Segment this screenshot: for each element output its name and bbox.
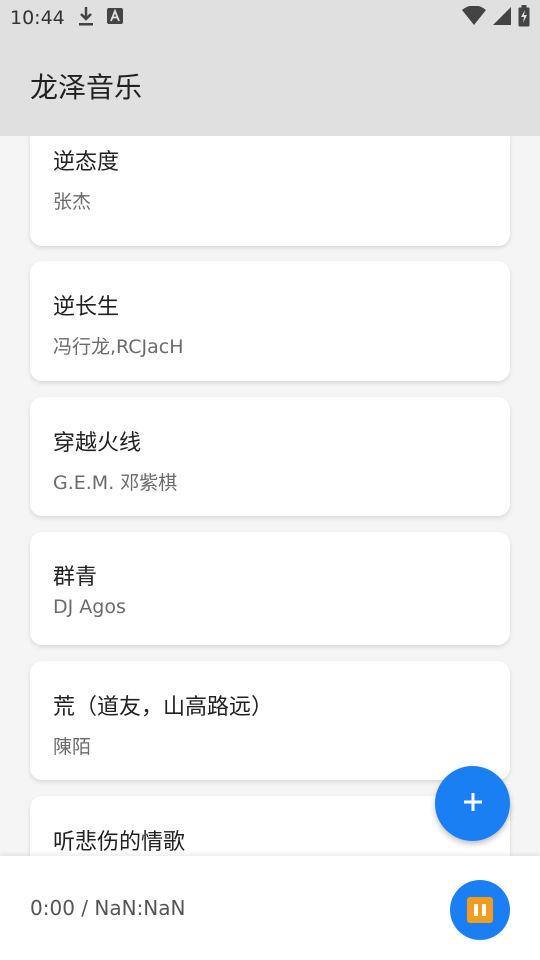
add-button[interactable]	[435, 766, 510, 841]
status-time: 10:44	[10, 7, 65, 29]
song-artist: 冯行龙,RCJacH	[53, 336, 184, 358]
song-title: 听悲伤的情歌	[53, 830, 186, 855]
song-item[interactable]: 群青 DJ Agos	[30, 532, 510, 645]
plus-icon	[461, 790, 485, 818]
song-artist: G.E.M. 邓紫棋	[53, 472, 178, 494]
song-item[interactable]: 逆态度 张杰	[30, 136, 510, 246]
song-list[interactable]: 逆态度 张杰 逆长生 冯行龙,RCJacH 穿越火线 G.E.M. 邓紫棋 群青…	[0, 136, 540, 856]
playback-time: 0:00 / NaN:NaN	[30, 896, 186, 920]
battery-charging-icon	[518, 4, 530, 32]
song-artist: 陳陌	[53, 736, 92, 758]
app-title: 龙泽音乐	[30, 71, 143, 104]
song-item[interactable]: 逆长生 冯行龙,RCJacH	[30, 261, 510, 381]
song-artist: DJ Agos	[53, 596, 126, 618]
wifi-icon	[462, 4, 486, 31]
download-icon	[77, 6, 95, 31]
song-title: 群青	[53, 565, 98, 590]
song-title: 穿越火线	[53, 431, 142, 456]
a-text-icon	[106, 7, 123, 29]
song-title: 逆态度	[53, 150, 120, 175]
signal-icon	[492, 6, 512, 31]
song-title: 荒（道友，山高路远）	[53, 695, 274, 720]
song-title: 逆长生	[53, 295, 120, 320]
status-bar: 10:44	[0, 0, 540, 36]
song-item[interactable]: 穿越火线 G.E.M. 邓紫棋	[30, 397, 510, 516]
song-item[interactable]: 荒（道友，山高路远） 陳陌	[30, 661, 510, 780]
song-artist: 张杰	[53, 191, 92, 213]
pause-icon	[467, 897, 493, 923]
play-pause-button[interactable]	[450, 880, 510, 940]
app-bar: 龙泽音乐	[0, 36, 540, 136]
